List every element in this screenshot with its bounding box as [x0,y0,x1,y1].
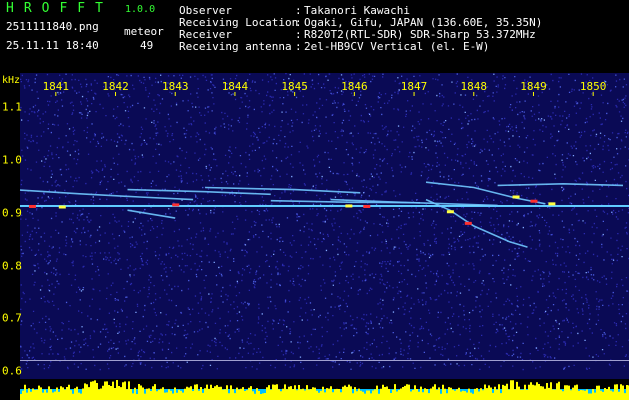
x-tick-label: 1844 [221,80,249,93]
x-tick-label: 1847 [400,80,428,93]
meteor-hotspot-4 [363,204,371,208]
hrofft-window: HROFFT 1.0.0 2511111840.png 25.11.11 18:… [0,0,629,400]
y-tick-label: 0.9 [2,206,22,220]
x-tick-label: 1846 [341,80,368,93]
y-tick-label: 1.0 [2,153,22,167]
y-tick-label: 1.1 [2,100,22,114]
spectrogram-background [20,73,629,379]
meteor-hotspot-0 [28,204,36,208]
y-axis-unit: kHz [2,75,21,86]
meteor-hotspot-8 [530,199,538,203]
x-tick-label: 1843 [161,80,189,93]
meteor-hotspot-1 [58,205,66,209]
x-tick-label: 1850 [579,80,607,93]
x-tick-label: 1849 [520,80,547,93]
x-tick-label: 1845 [281,80,308,93]
meteor-hotspot-9 [548,202,556,206]
meteor-hotspot-7 [512,195,520,199]
y-tick-label: 0.7 [2,311,22,325]
spectrogram-plot [19,73,629,400]
meteor-hotspot-5 [446,210,454,214]
meteor-hotspot-3 [345,204,353,208]
y-tick-label: 0.8 [2,259,22,273]
y-tick-label: 0.6 [2,364,22,378]
meteor-hotspot-2 [172,203,180,207]
meteor-hotspot-6 [464,221,472,225]
x-tick-label: 1841 [42,80,70,93]
x-tick-label: 1848 [460,80,488,93]
x-tick-label: 1842 [102,80,129,93]
